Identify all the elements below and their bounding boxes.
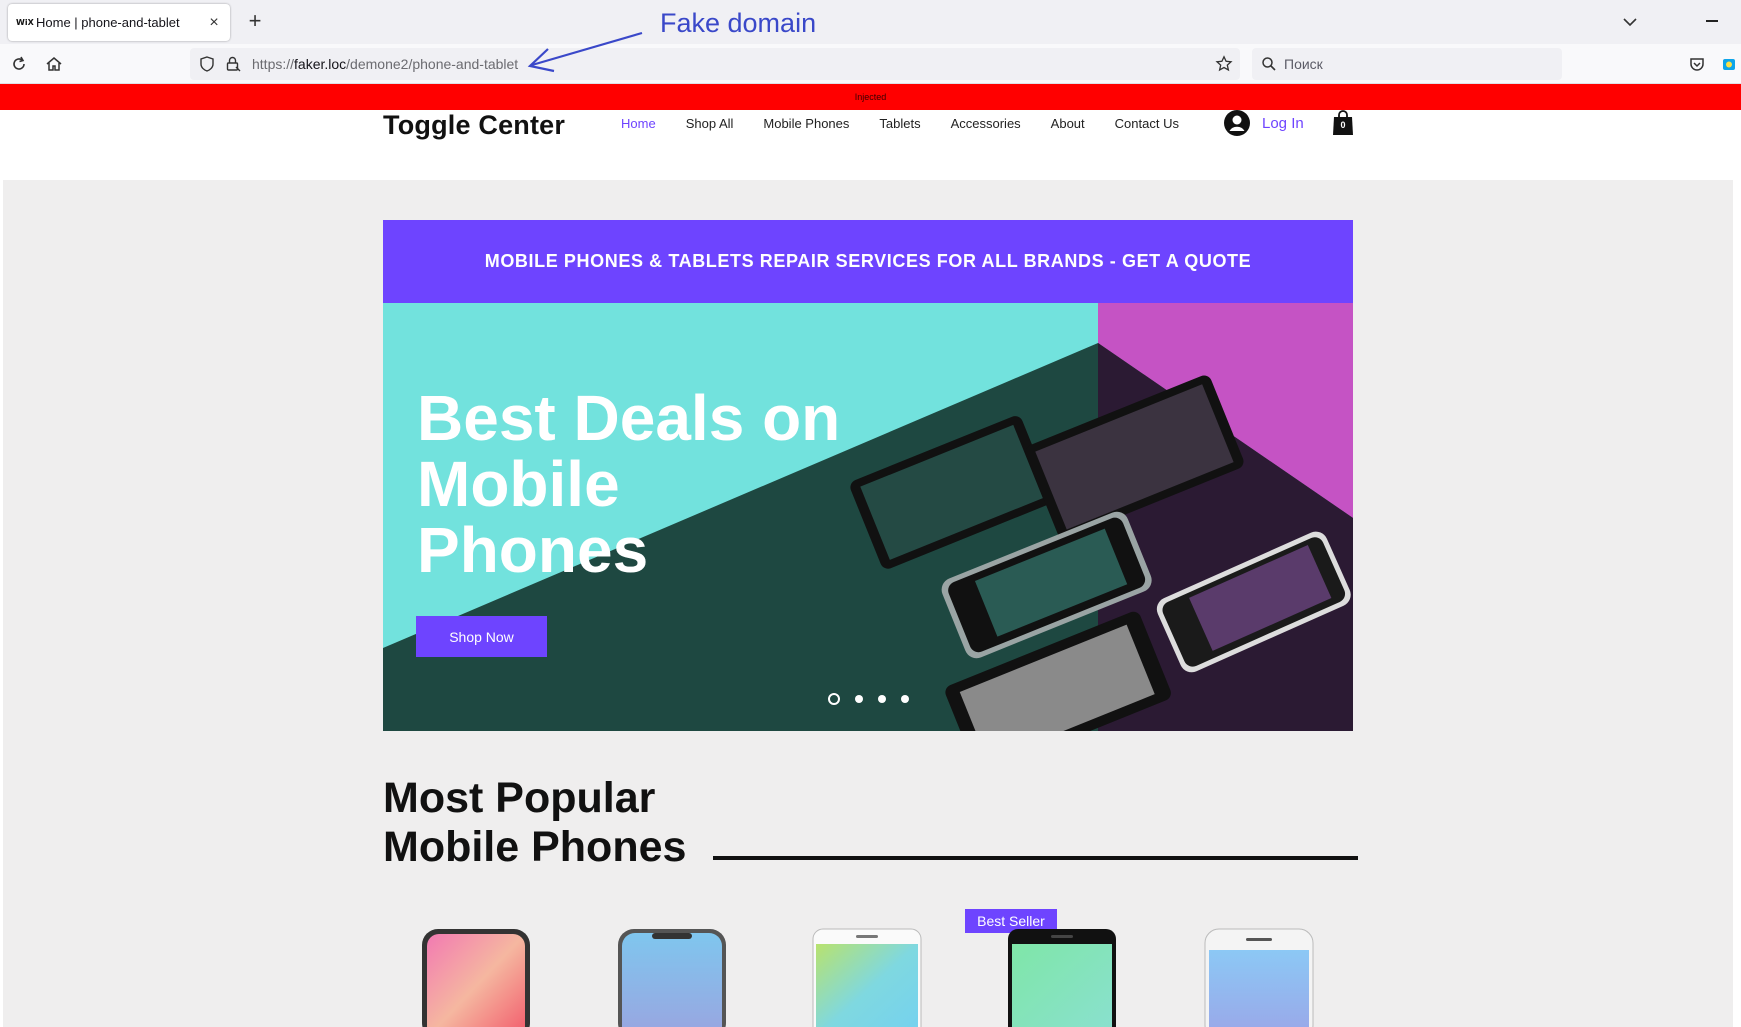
main-menu: Home Shop All Mobile Phones Tablets Acce… <box>621 116 1209 131</box>
section-title: Most Popular Mobile Phones <box>383 774 686 872</box>
reload-icon[interactable] <box>9 54 29 74</box>
product-image-phone-5[interactable] <box>1204 928 1314 1027</box>
window-minimize-button[interactable] <box>1706 20 1718 22</box>
address-bar[interactable]: https://faker.loc/demone2/phone-and-tabl… <box>190 48 1240 80</box>
menu-item-tablets[interactable]: Tablets <box>879 116 920 131</box>
menu-item-mobile-phones[interactable]: Mobile Phones <box>763 116 849 131</box>
hero-slideshow: Best Deals on Mobile Phones Shop Now <box>383 303 1353 731</box>
menu-item-home[interactable]: Home <box>621 116 656 131</box>
product-image-phone-4[interactable] <box>1007 928 1117 1027</box>
tab-title: Home | phone-and-tablet <box>36 15 180 30</box>
section-divider <box>713 856 1358 860</box>
hero-title-line-2: Mobile <box>417 448 620 520</box>
browser-tab-active[interactable]: WiX Home | phone-and-tablet × <box>8 4 230 41</box>
cart-button[interactable]: 0 <box>1332 110 1354 136</box>
promo-text: MOBILE PHONES & TABLETS REPAIR SERVICES … <box>484 251 1252 271</box>
browser-tab-bar: WiX Home | phone-and-tablet × + <box>0 0 1741 44</box>
chevron-down-icon[interactable] <box>1620 12 1640 32</box>
home-icon[interactable] <box>44 54 64 74</box>
url-host: faker.loc <box>294 56 347 72</box>
fake-domain-annotation: Fake domain <box>660 8 817 38</box>
promo-banner[interactable]: MOBILE PHONES & TABLETS REPAIR SERVICES … <box>383 220 1353 303</box>
section-title-line-2: Mobile Phones <box>383 823 687 871</box>
menu-item-shop-all[interactable]: Shop All <box>686 116 734 131</box>
slide-dot-4[interactable] <box>901 695 909 703</box>
site-logo[interactable]: Toggle Center <box>383 110 565 141</box>
wix-favicon-icon: WiX <box>16 18 34 27</box>
url-text[interactable]: https://faker.loc/demone2/phone-and-tabl… <box>252 56 518 72</box>
site-header: Toggle Center Home Shop All Mobile Phone… <box>0 110 1741 180</box>
pocket-icon[interactable] <box>1687 54 1707 74</box>
cart-count: 0 <box>1340 120 1346 130</box>
user-avatar-icon <box>1224 110 1250 136</box>
url-path: /demone2/phone-and-tablet <box>346 56 519 72</box>
slide-dot-1[interactable] <box>828 693 840 705</box>
hero-title-line-1: Best Deals on <box>417 382 841 454</box>
search-placeholder: Поиск <box>1284 56 1323 72</box>
tab-close-icon[interactable]: × <box>206 14 222 32</box>
new-tab-button[interactable]: + <box>243 8 267 34</box>
menu-item-about[interactable]: About <box>1051 116 1085 131</box>
login-button[interactable]: Log In <box>1224 110 1304 136</box>
annotation-arrow-icon <box>527 31 643 73</box>
slideshow-pagination <box>828 693 924 705</box>
hero-title-line-3: Phones <box>417 514 649 586</box>
browser-nav-bar: https://faker.loc/demone2/phone-and-tabl… <box>0 44 1741 84</box>
shop-now-button[interactable]: Shop Now <box>416 616 547 657</box>
slide-dot-2[interactable] <box>855 695 863 703</box>
product-image-phone-1[interactable] <box>421 928 531 1027</box>
hero-title: Best Deals on Mobile Phones <box>417 385 840 583</box>
login-label: Log In <box>1262 114 1304 132</box>
section-title-line-1: Most Popular <box>383 774 656 822</box>
injected-banner: Injected <box>0 84 1741 110</box>
star-icon[interactable] <box>1215 55 1233 73</box>
product-image-phone-2[interactable] <box>617 928 727 1027</box>
product-image-phone-3[interactable] <box>812 928 922 1027</box>
extension-icon[interactable] <box>1719 54 1739 74</box>
url-prefix: https:// <box>252 56 295 72</box>
lock-icon[interactable] <box>224 55 242 73</box>
search-icon <box>1262 57 1276 71</box>
tracking-shield-icon[interactable] <box>198 55 216 73</box>
menu-item-accessories[interactable]: Accessories <box>951 116 1021 131</box>
slide-dot-3[interactable] <box>878 695 886 703</box>
search-bar[interactable]: Поиск <box>1252 48 1562 80</box>
injected-banner-text: Injected <box>854 92 887 102</box>
menu-item-contact-us[interactable]: Contact Us <box>1115 116 1179 131</box>
